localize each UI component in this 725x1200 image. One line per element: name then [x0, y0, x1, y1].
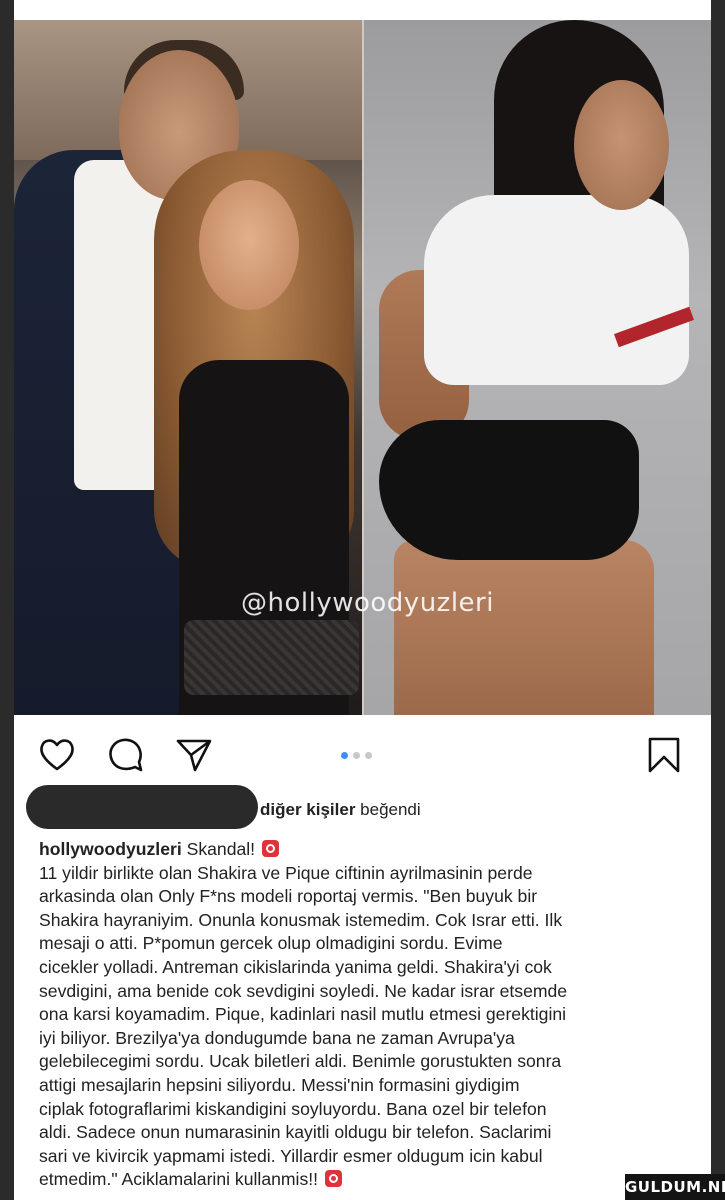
post-caption: hollywoodyuzleri Skandal! 11 yildir birl… [39, 838, 704, 1192]
heart-icon[interactable] [37, 735, 77, 775]
caption-line: gelebilecegimi sordu. Ucak biletleri ald… [39, 1051, 562, 1072]
likes-row[interactable]: diğer kişiler beğendi [14, 785, 711, 829]
caption-line: 11 yildir birlikte olan Shakira ve Pique… [39, 862, 533, 883]
caption-line: attigi mesajlarin hepsini siliyordu. Mes… [39, 1074, 520, 1095]
alarm-emoji-icon [324, 1170, 342, 1188]
caption-line: ona karsi koyamadim. Pique, kadinlari na… [39, 1004, 567, 1025]
redacted-username [26, 785, 258, 829]
post-action-bar [14, 715, 711, 785]
likes-text: diğer kişiler beğendi [260, 800, 421, 819]
send-icon[interactable] [174, 735, 214, 775]
caption-line: arkasinda olan Only F*ns modeli roportaj… [39, 886, 538, 907]
instagram-post: @hollywoodyuzleri diğer kişiler beğendi … [14, 0, 711, 1200]
site-logo: GULDUM.NET [625, 1174, 725, 1200]
caption-line: aldi. Sadece onun numarasinin kayitli ol… [39, 1122, 552, 1143]
caption-last-line: etmedim." Aciklamalarini kullanmis!! [39, 1168, 704, 1192]
top-strip [14, 0, 711, 20]
post-image-carousel[interactable]: @hollywoodyuzleri [14, 20, 711, 715]
right-border [711, 0, 725, 1200]
left-border [0, 0, 14, 1200]
caption-headline: hollywoodyuzleri Skandal! [39, 838, 704, 862]
bookmark-icon[interactable] [644, 735, 684, 775]
caption-username[interactable]: hollywoodyuzleri [39, 839, 182, 859]
caption-line: ciplak fotograflarimi kiskandigini soylu… [39, 1098, 547, 1119]
carousel-dot-3 [365, 752, 372, 759]
comment-icon[interactable] [106, 735, 146, 775]
caption-line: sari ve kivircik yapmami istedi. Yillard… [39, 1145, 543, 1166]
image-watermark: @hollywoodyuzleri [241, 588, 494, 618]
caption-line: iyi biliyor. Brezilya'ya dondugumde bana… [39, 1027, 515, 1048]
caption-line: Shakira hayraniyim. Onunla konusmak iste… [39, 909, 563, 930]
carousel-dot-1 [341, 752, 348, 759]
carousel-dot-2 [353, 752, 360, 759]
alarm-emoji-icon [261, 840, 279, 857]
carousel-indicator [341, 752, 372, 759]
caption-line: mesaji o atti. P*pomun gercek olup olmad… [39, 933, 503, 954]
caption-line: cicekler yolladi. Antreman cikislarinda … [39, 956, 552, 977]
caption-line: sevdigini, ama benide cok sevdigini soyl… [39, 980, 568, 1001]
